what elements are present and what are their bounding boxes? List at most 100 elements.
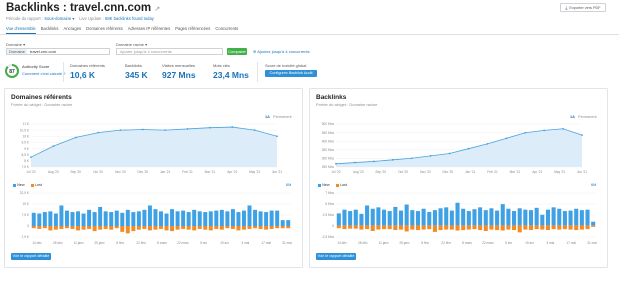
data-point — [253, 129, 256, 132]
metric-backlinks[interactable]: Backlinks 345 K — [125, 63, 148, 80]
lost-bar — [153, 226, 158, 230]
domain-search-input[interactable]: Domaine travel.cnn.com — [6, 48, 110, 55]
x-tick-label: May '21 — [249, 170, 260, 174]
lost-bar — [247, 226, 252, 229]
lost-bar — [370, 225, 375, 231]
y-tick-label: 0 — [332, 224, 334, 228]
title-domain[interactable]: travel.cnn.com — [70, 2, 151, 14]
metric-value[interactable]: 345 K — [125, 70, 148, 80]
competitor-input[interactable]: Ajouter jusqu'à 4 concurrents — [116, 48, 223, 55]
new-bar — [203, 212, 208, 226]
new-bar — [153, 209, 158, 226]
new-bar — [31, 212, 36, 226]
x-tick-label: 11 janv — [379, 241, 389, 245]
y-tick-label: 400 Mns — [322, 139, 335, 143]
lost-bar — [421, 225, 426, 230]
metric-keywords[interactable]: Mots clés 23,4 Mns — [213, 63, 249, 80]
new-swatch — [13, 183, 16, 187]
new-bar — [472, 209, 477, 226]
new-bar — [70, 212, 75, 226]
x-tick-label: 5 avr — [505, 241, 513, 245]
lost-bar — [164, 226, 169, 231]
x-tick-label: Sep '20 — [375, 170, 386, 174]
compare-button[interactable]: Comparer — [227, 48, 247, 55]
tab-6[interactable]: Concurrents — [215, 26, 238, 34]
y-tick-label: 10,5 K — [20, 128, 30, 132]
external-link-icon[interactable]: ↗ — [154, 6, 160, 13]
y-tick-label: -7,5 K — [20, 235, 29, 239]
configure-backlink-audit-button[interactable]: Configurez Backlink Audit — [265, 70, 317, 77]
tab-3[interactable]: Domaines référents — [86, 26, 123, 34]
view-detailed-report-button[interactable]: Voir le rapport détaillé — [316, 253, 356, 260]
x-tick-label: 14 déc — [32, 241, 42, 245]
download-icon: ⤓ — [565, 5, 568, 10]
lost-bar — [181, 226, 186, 229]
data-point — [543, 129, 546, 132]
new-bar — [523, 209, 528, 226]
domain-scope-label-text: Domaine — [6, 42, 23, 47]
chevron-down-icon[interactable]: ▾ — [72, 16, 74, 21]
data-point — [581, 134, 583, 137]
scope-label: Période du rapport : — [6, 16, 44, 21]
plus-circle-icon: ⊕ — [253, 49, 257, 54]
new-bar — [421, 208, 426, 226]
lost-bar — [136, 226, 141, 230]
view-detailed-report-button[interactable]: Voir le rapport détaillé — [11, 253, 51, 260]
data-point — [410, 157, 413, 160]
chevron-down-icon[interactable]: ▾ — [145, 42, 147, 47]
update-value[interactable]: 68K backlinks found today — [105, 16, 154, 21]
tab-1[interactable]: Backlinks — [41, 26, 59, 34]
domain-type-badge[interactable]: Domaine — [7, 49, 28, 54]
authority-score-link[interactable]: Comment c'est calculé ? — [22, 71, 65, 76]
lost-bar — [410, 225, 415, 230]
y-tick-label: 450 Mns — [322, 131, 335, 135]
metric-divider — [257, 62, 258, 82]
y-tick-label: 15 K — [22, 202, 29, 206]
metric-value[interactable]: 927 Mns — [162, 70, 196, 80]
range-1y[interactable]: 1A — [265, 115, 270, 119]
lost-bar — [585, 225, 590, 230]
lost-bar — [81, 226, 86, 230]
range-all-time[interactable]: Permanent — [578, 115, 597, 119]
metric-referring-domains[interactable]: Domaines référents 10,6 K — [70, 63, 105, 80]
x-tick-label: Oct '20 — [398, 170, 408, 174]
chevron-down-icon[interactable]: ▾ — [23, 42, 25, 47]
legend-lost[interactable]: Lost — [335, 183, 347, 187]
lost-swatch — [335, 183, 339, 187]
scope-dropdown[interactable]: Sous-domaine — [44, 16, 71, 21]
granularity-selector[interactable]: 6M — [591, 183, 596, 187]
x-tick-label: Jul '20 — [331, 170, 340, 174]
area-fill — [31, 127, 277, 167]
backlinks-area-chart: 250 Mns 300 Mns 350 Mns 400 Mns 450 Mns 500 M… — [322, 122, 588, 174]
tab-4[interactable]: Adresses IP référentes — [128, 26, 171, 34]
tab-5[interactable]: Pages référencées — [175, 26, 210, 34]
legend-new[interactable]: New — [13, 183, 25, 187]
data-point — [429, 154, 432, 157]
authority-score-ring: 87 — [5, 64, 19, 78]
legend-new[interactable]: New — [318, 183, 330, 187]
y-tick-label: 300 Mns — [322, 157, 335, 161]
metric-monthly-visits[interactable]: Visites mensuelles 927 Mns — [162, 63, 196, 80]
tab-2[interactable]: Ancrages — [63, 26, 81, 34]
new-bar — [208, 211, 213, 226]
lost-bar — [574, 225, 579, 231]
export-pdf-button[interactable]: ⤓ Exporter vers PDF — [560, 3, 606, 12]
new-bar — [164, 213, 169, 226]
range-all-time[interactable]: Permanent — [273, 115, 292, 119]
backlinks-panel: Backlinks Portée du widget : Domaine rac… — [309, 88, 608, 268]
add-competitors-link[interactable]: ⊕ Ajoutez jusqu'à 4 concurrents — [253, 49, 310, 54]
tab-0[interactable]: Vue d'ensemble — [6, 26, 36, 34]
x-tick-label: Dec '20 — [137, 170, 148, 174]
metric-value[interactable]: 10,6 K — [70, 70, 105, 80]
lost-bar — [591, 225, 596, 227]
granularity-selector[interactable]: 6M — [286, 183, 291, 187]
metric-value[interactable]: 23,4 Mns — [213, 70, 249, 80]
range-1y[interactable]: 1A — [570, 115, 575, 119]
lost-bar — [208, 226, 213, 231]
lost-bar — [225, 226, 230, 229]
x-tick-label: 17 mai — [566, 241, 576, 245]
y-tick-label: 500 Mns — [322, 122, 335, 126]
new-bar — [269, 210, 274, 226]
new-bar — [131, 212, 136, 226]
legend-lost[interactable]: Lost — [30, 183, 42, 187]
